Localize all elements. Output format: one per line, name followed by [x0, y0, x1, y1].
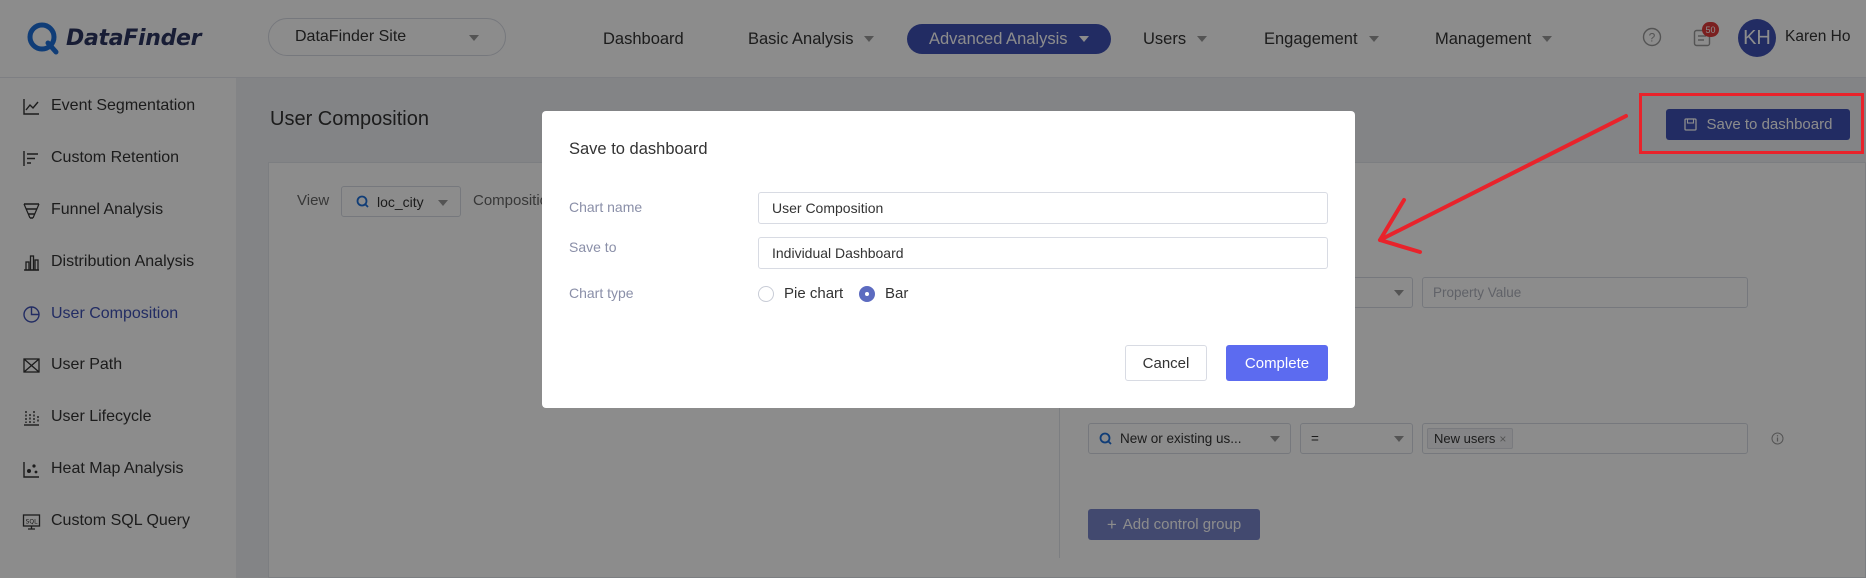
cancel-label: Cancel: [1142, 354, 1190, 372]
complete-button[interactable]: Complete: [1226, 345, 1328, 381]
chart-type-radio-pie[interactable]: Pie chart: [758, 285, 843, 302]
chart-type-radio-bar[interactable]: Bar: [859, 285, 908, 302]
chart-name-field[interactable]: User Composition: [758, 192, 1328, 224]
annotation-highlight-box: [1639, 93, 1864, 154]
save-to-dashboard-dialog: Save to dashboard Chart name User Compos…: [542, 111, 1355, 408]
save-to-value: Individual Dashboard: [772, 245, 904, 261]
chart-type-label: Chart type: [569, 285, 634, 301]
radio-checked-icon: [859, 285, 875, 302]
chart-type-bar-label: Bar: [885, 285, 909, 302]
chart-type-pie-label: Pie chart: [784, 285, 844, 302]
dialog-title: Save to dashboard: [569, 140, 708, 158]
save-to-label: Save to: [569, 239, 617, 255]
chart-name-label: Chart name: [569, 199, 643, 215]
cancel-button[interactable]: Cancel: [1125, 345, 1207, 381]
radio-unchecked-icon: [758, 285, 774, 302]
chart-name-value: User Composition: [772, 200, 884, 216]
save-to-field[interactable]: Individual Dashboard: [758, 237, 1328, 269]
complete-label: Complete: [1244, 354, 1310, 372]
